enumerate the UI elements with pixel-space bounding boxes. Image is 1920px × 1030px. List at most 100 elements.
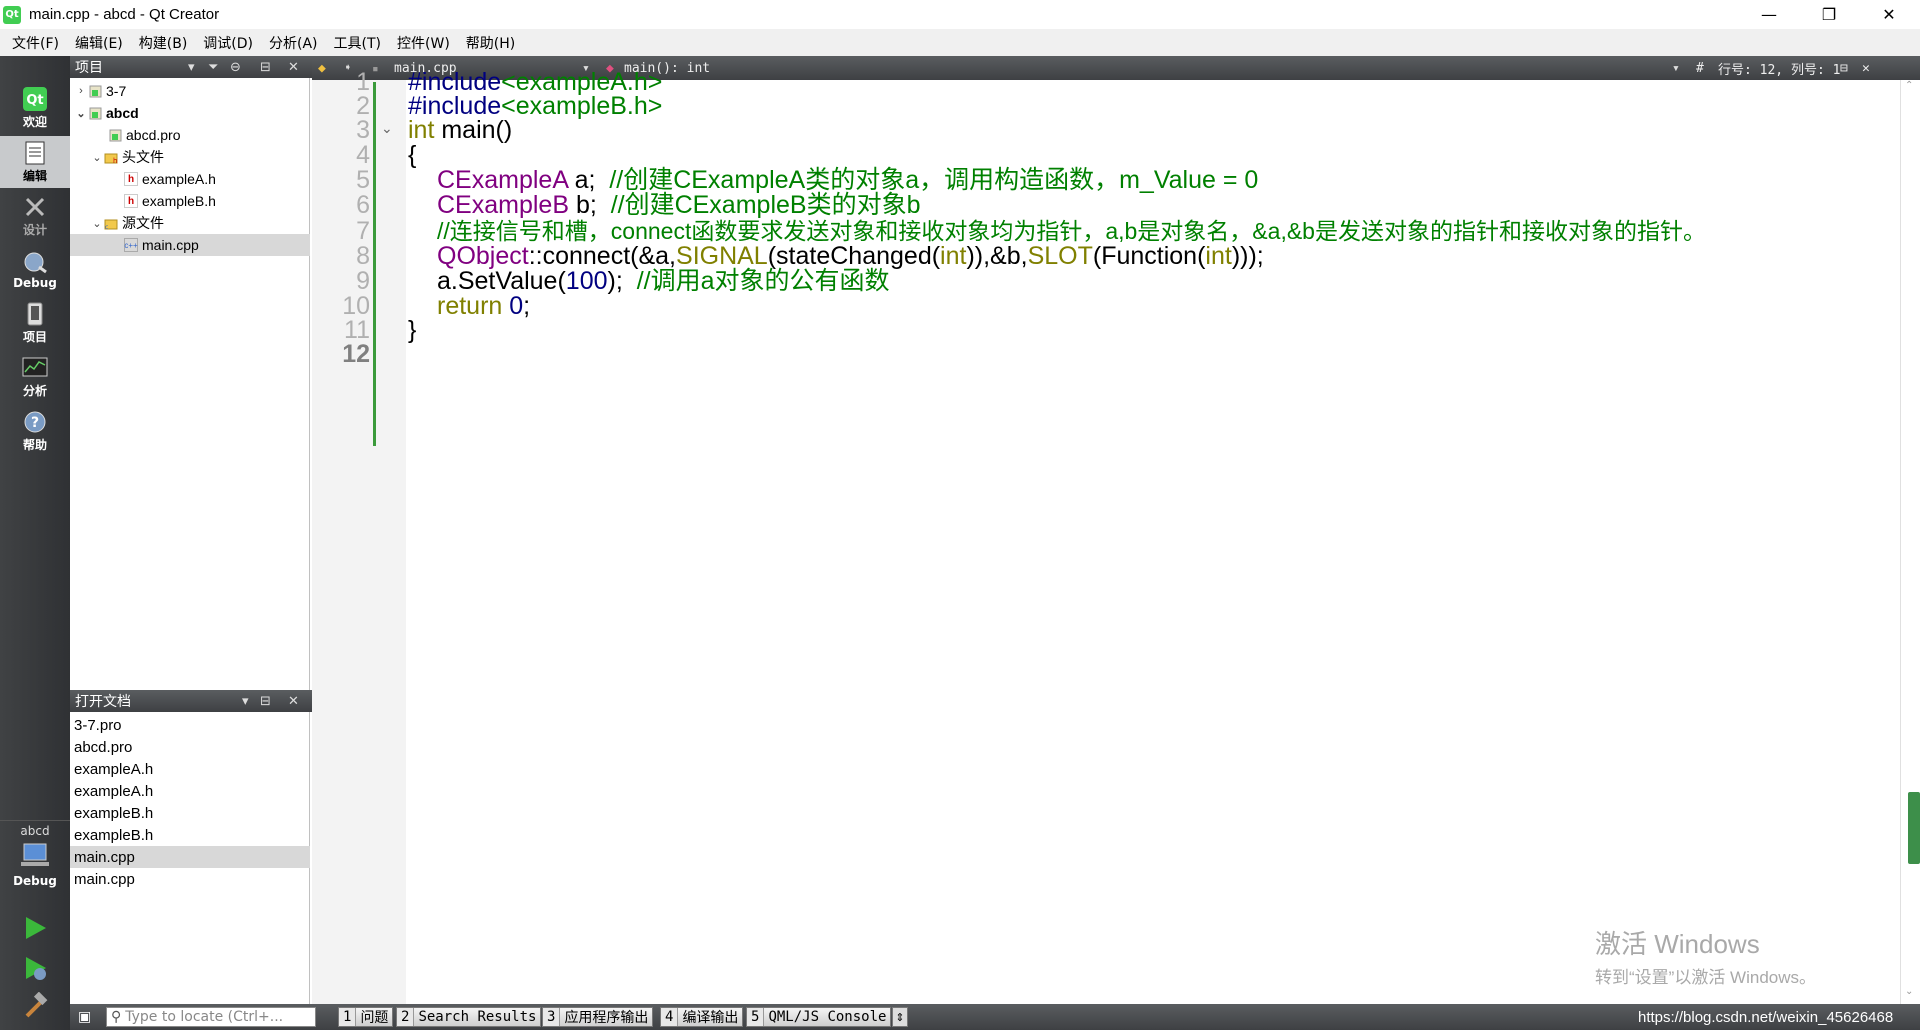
cursor-position[interactable]: 行号: 12, 列号: 1: [1718, 56, 1840, 80]
project-icon: [88, 106, 102, 120]
svg-text:Qt: Qt: [26, 93, 43, 108]
debug-run-button[interactable]: [21, 954, 49, 986]
project-tree: › 3-7 ⌄ abcd abcd.pro ⌄ h 头文件 h exampleA…: [70, 78, 310, 690]
design-icon: [21, 194, 49, 220]
tree-item-abcd-pro[interactable]: abcd.pro: [70, 124, 310, 146]
more-panes-icon[interactable]: ⇕: [892, 1007, 908, 1027]
split-editor-icon[interactable]: ⊟: [1840, 56, 1848, 80]
open-doc-item[interactable]: exampleA.h: [70, 758, 310, 780]
menu-widgets[interactable]: 控件(W): [389, 33, 458, 53]
code-line-11: }: [408, 316, 417, 344]
title-bar: Qt main.cpp - abcd - Qt Creator — ❐ ✕: [0, 0, 1920, 29]
open-doc-item-selected[interactable]: main.cpp: [70, 846, 310, 868]
scroll-down-icon[interactable]: ⌄: [1905, 986, 1913, 997]
mode-debug[interactable]: Debug: [0, 243, 70, 295]
split-icon[interactable]: ⊟: [260, 56, 271, 78]
filter-icon[interactable]: ⏷: [208, 56, 218, 78]
open-docs-title[interactable]: 打开文档: [75, 691, 131, 711]
mode-analyze[interactable]: 分析: [0, 351, 70, 403]
open-doc-item[interactable]: 3-7.pro: [70, 714, 310, 736]
kit-project-label: abcd: [20, 824, 50, 838]
open-doc-item[interactable]: main.cpp: [70, 868, 310, 890]
dropdown-arrow-icon[interactable]: ▾: [188, 56, 195, 78]
pane-compile-output[interactable]: 4 编译输出: [660, 1007, 744, 1027]
mode-welcome[interactable]: Qt 欢迎: [0, 82, 70, 134]
open-doc-item[interactable]: abcd.pro: [70, 736, 310, 758]
tree-item-exampleB-h[interactable]: h exampleB.h: [70, 190, 310, 212]
tree-item-3-7[interactable]: › 3-7: [70, 80, 310, 102]
tree-item-headers[interactable]: ⌄ h 头文件: [70, 146, 310, 168]
project-panel-title[interactable]: 项目: [75, 57, 103, 77]
vertical-scrollbar[interactable]: ⌃ ⌄: [1900, 80, 1920, 1004]
open-documents-list: 3-7.pro abcd.pro exampleA.h exampleA.h e…: [70, 712, 310, 1004]
tree-item-exampleA-h[interactable]: h exampleA.h: [70, 168, 310, 190]
run-button[interactable]: [21, 914, 49, 946]
kit-selector[interactable]: Debug: [0, 842, 70, 898]
encoding-hash[interactable]: #: [1696, 56, 1704, 80]
tree-item-sources[interactable]: ⌄ c 源文件: [70, 212, 310, 234]
menu-tools[interactable]: 工具(T): [326, 33, 389, 53]
link-icon[interactable]: ⊖: [230, 56, 241, 78]
collapse-icon[interactable]: ⌄: [90, 151, 104, 164]
project-panel-header: 项目 ▾ ⏷ ⊖ ⊟ ✕: [70, 56, 312, 78]
tree-item-main-cpp[interactable]: c++ main.cpp: [70, 234, 310, 256]
pane-search-results[interactable]: 2 Search Results: [396, 1007, 542, 1027]
help-icon: ?: [21, 409, 49, 435]
pane-application-output[interactable]: 3 应用程序输出: [542, 1007, 654, 1027]
pane-qml-console[interactable]: 5 QML/JS Console: [746, 1007, 892, 1027]
restore-button[interactable]: ❐: [1802, 0, 1856, 29]
svg-text:c: c: [105, 224, 108, 230]
svg-text:h: h: [113, 157, 117, 164]
mode-projects[interactable]: 项目: [0, 297, 70, 349]
expand-icon[interactable]: ›: [74, 85, 88, 97]
run-icon: [26, 917, 46, 939]
hammer-icon: [25, 991, 48, 1018]
current-line-number: 12: [342, 340, 370, 368]
dropdown-arrow-icon[interactable]: ▾: [1672, 56, 1680, 80]
scrollbar-thumb[interactable]: [1908, 792, 1920, 864]
header-file-icon: h: [124, 172, 138, 186]
split-icon[interactable]: ⊟: [260, 690, 271, 712]
csdn-url-watermark: https://blog.csdn.net/weixin_45626468: [1638, 1008, 1894, 1026]
mode-edit[interactable]: 编辑: [0, 136, 70, 188]
dropdown-arrow-icon[interactable]: ▾: [242, 690, 249, 712]
svg-text:?: ?: [31, 415, 39, 431]
menu-build[interactable]: 构建(B): [131, 33, 196, 53]
open-docs-header: 打开文档 ▾ ⊟ ✕: [70, 690, 312, 712]
menu-analyze[interactable]: 分析(A): [261, 33, 326, 53]
search-icon: ⚲: [111, 1009, 122, 1025]
menu-file[interactable]: 文件(F): [4, 33, 67, 53]
close-panel-icon[interactable]: ✕: [288, 690, 299, 712]
tree-item-abcd[interactable]: ⌄ abcd: [70, 102, 310, 124]
open-doc-item[interactable]: exampleB.h: [70, 824, 310, 846]
mode-help[interactable]: ? 帮助: [0, 405, 70, 457]
toggle-sidebar-icon[interactable]: ▣: [78, 1007, 91, 1027]
minimize-button[interactable]: —: [1742, 0, 1796, 29]
pane-issues[interactable]: 1 问题: [338, 1007, 394, 1027]
scroll-up-icon[interactable]: ⌃: [1905, 80, 1913, 91]
lock-icon: ▪: [372, 61, 379, 75]
open-doc-item[interactable]: exampleA.h: [70, 780, 310, 802]
collapse-icon[interactable]: ⌄: [90, 217, 104, 230]
locator-input[interactable]: ⚲ Type to locate (Ctrl+...: [106, 1007, 316, 1027]
menu-edit[interactable]: 编辑(E): [67, 33, 131, 53]
window-title: main.cpp - abcd - Qt Creator: [29, 6, 220, 23]
header-file-icon: h: [124, 194, 138, 208]
close-button[interactable]: ✕: [1862, 0, 1916, 29]
mode-design[interactable]: 设计: [0, 190, 70, 242]
cpp-file-icon: c++: [124, 238, 138, 252]
project-icon: [88, 84, 102, 98]
folder-icon: h: [104, 150, 118, 164]
projects-icon: [21, 301, 49, 327]
build-button[interactable]: [21, 991, 49, 1024]
menu-debug[interactable]: 调试(D): [195, 33, 261, 53]
collapse-icon[interactable]: ⌄: [74, 107, 88, 120]
close-editor-icon[interactable]: ✕: [1862, 56, 1870, 80]
open-doc-item[interactable]: exampleB.h: [70, 802, 310, 824]
fold-marker-icon[interactable]: ⌄: [381, 121, 393, 137]
code-line-4: {: [408, 141, 417, 169]
folder-icon: c: [104, 216, 118, 230]
computer-icon: [20, 842, 50, 874]
close-panel-icon[interactable]: ✕: [288, 56, 299, 78]
menu-help[interactable]: 帮助(H): [458, 33, 523, 53]
